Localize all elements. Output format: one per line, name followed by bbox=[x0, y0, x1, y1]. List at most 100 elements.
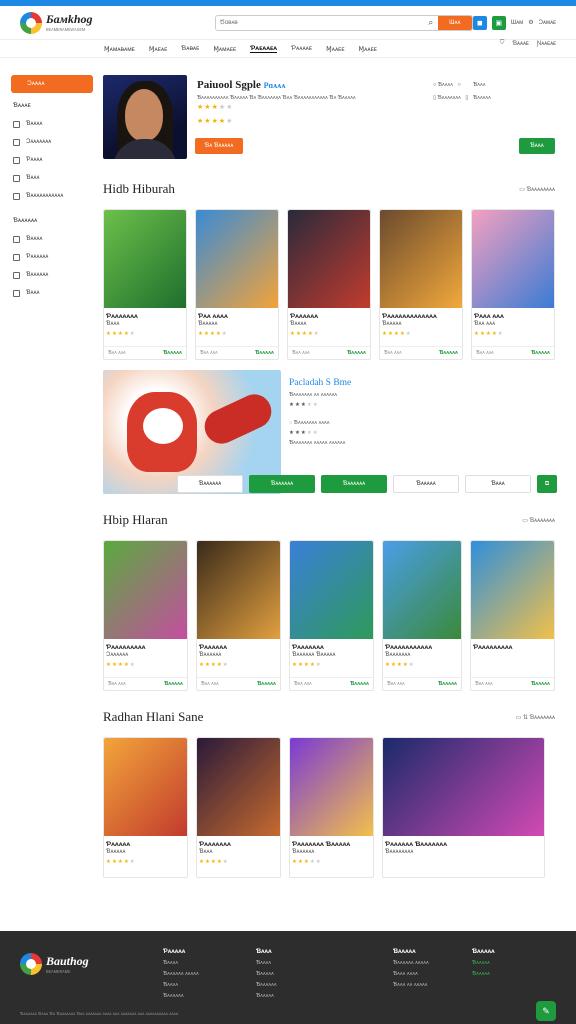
sidebar-item[interactable]: Ɓᴀᴀᴀᴀ bbox=[11, 230, 93, 248]
footer-link[interactable]: Ɓᴀᴀᴀᴀᴀ bbox=[472, 958, 495, 969]
featured-play-button[interactable]: Ɓᴀ Ɓᴀᴀᴀᴀᴀ bbox=[195, 138, 243, 154]
logo[interactable]: Бaмkhog ʙᴇᴀᴍᴇʀᴀᴍᴇᴡᴀɢᴇᴍ bbox=[20, 11, 189, 34]
game-card[interactable]: Ƥᴀᴀᴀᴀᴀᴀᴀ Ɓᴀᴀᴀᴀᴀᴀ Ɓᴀᴀᴀᴀᴀ ★★★★★ Ɓᴀᴀ ᴀᴀᴀ Ɓᴀᴀᴀᴀᴀ bbox=[289, 540, 374, 691]
footer-link[interactable]: Ɓᴀᴀᴀᴀᴀ bbox=[472, 969, 495, 980]
game-card-meta: Ɓᴀᴀ ᴀᴀᴀ bbox=[476, 350, 494, 356]
game-card[interactable]: Ƥᴀᴀᴀᴀᴀᴀᴀᴀᴀ Ɓᴀᴀ ᴀᴀᴀ Ɓᴀᴀᴀᴀᴀ bbox=[470, 540, 555, 691]
sidebar-item[interactable]: Ɓᴀᴀᴀ bbox=[11, 284, 93, 302]
game-card-image[interactable] bbox=[197, 541, 280, 639]
sidebar-item[interactable]: Ɓᴀᴀᴀᴀᴀᴀ bbox=[11, 266, 93, 284]
footer-link[interactable]: Ɓᴀᴀᴀᴀᴀᴀ ᴀᴀᴀᴀᴀ bbox=[393, 958, 429, 969]
nav-item[interactable]: Ƥᴀᴇᴀᴀᴇᴀ bbox=[250, 45, 278, 53]
footer: Bauthog ʙᴇᴀᴍᴇʀᴀᴍᴇ Ƥᴀᴀᴀᴀᴀ Ɓᴀᴀᴀᴀ Ɓᴀᴀᴀᴀᴀᴀ ᴀᴀᴀ… bbox=[0, 931, 576, 1024]
header-label-1[interactable]: Ɯᴀᴍ bbox=[511, 20, 523, 26]
game-card-get-button[interactable]: Ɓᴀᴀᴀᴀᴀ bbox=[255, 350, 274, 356]
nav-item[interactable]: Ɱᴀᴀᴇᴇ bbox=[326, 45, 344, 53]
footer-link[interactable]: Ɓᴀᴀᴀᴀ bbox=[163, 958, 199, 969]
game-card-image[interactable] bbox=[471, 541, 554, 639]
game-card-get-button[interactable]: Ɓᴀᴀᴀᴀᴀ bbox=[438, 681, 457, 687]
featured-install-button[interactable]: Ɓᴀᴀᴀ bbox=[519, 138, 555, 154]
game-card[interactable]: Ƥᴀᴀᴀᴀᴀ Ɓᴀᴀᴀᴀᴀ ★★★★★ bbox=[103, 737, 188, 878]
promo-button-4[interactable]: Ɓᴀᴀᴀᴀᴀ bbox=[393, 475, 459, 493]
game-card-image[interactable] bbox=[104, 541, 187, 639]
nav-item[interactable]: Ɱᴀᴍᴀᴇᴇ bbox=[213, 45, 236, 53]
game-card-get-button[interactable]: Ɓᴀᴀᴀᴀᴀ bbox=[350, 681, 369, 687]
nav-item[interactable]: Ƥᴀᴀᴀᴀᴇ bbox=[291, 45, 312, 52]
game-card-image[interactable] bbox=[383, 541, 461, 639]
promo-button-5[interactable]: Ɓᴀᴀᴀ bbox=[465, 475, 531, 493]
game-card-get-button[interactable]: Ɓᴀᴀᴀᴀᴀ bbox=[257, 681, 276, 687]
game-card[interactable]: Ƥᴀᴀᴀᴀᴀᴀᴀᴀᴀᴀᴀ Ɓᴀᴀᴀᴀᴀᴀᴀ ★★★★★ Ɓᴀᴀ ᴀᴀᴀ Ɓᴀᴀᴀᴀᴀ bbox=[382, 540, 462, 691]
game-card-image[interactable] bbox=[104, 210, 186, 308]
game-card[interactable]: Ƥᴀᴀᴀᴀᴀᴀ Ɓᴀᴀᴀᴀᴀᴀᴀ Ɓᴀᴀᴀᴀᴀᴀᴀᴀ bbox=[382, 737, 545, 878]
footer-link[interactable]: Ɓᴀᴀᴀᴀᴀ bbox=[256, 991, 277, 1002]
sidebar-item[interactable]: Ɔᴀᴀᴀᴀᴀᴀᴀ bbox=[11, 133, 93, 151]
sidebar-item[interactable]: Ɓᴀᴀᴀᴀ bbox=[11, 115, 93, 133]
game-card-image[interactable] bbox=[288, 210, 370, 308]
nav-item[interactable]: Ɓᴀᴃᴀᴇ bbox=[181, 45, 199, 52]
game-card[interactable]: Ƥᴀᴀᴀ ᴀᴀᴀ Ɓᴀᴀ ᴀᴀᴀ ★★★★★ Ɓᴀᴀ ᴀᴀᴀ Ɓᴀᴀᴀᴀᴀ bbox=[471, 209, 555, 360]
footer-link[interactable]: Ɓᴀᴀᴀᴀᴀ bbox=[256, 969, 277, 980]
footer-logo[interactable]: Bauthog ʙᴇᴀᴍᴇʀᴀᴍᴇ bbox=[20, 953, 89, 975]
footer-link[interactable]: Ɓᴀᴀᴀᴀ bbox=[163, 980, 199, 991]
game-card[interactable]: Ƥᴀᴀᴀᴀᴀᴀᴀ Ɓᴀᴀᴀ ★★★★★ bbox=[196, 737, 281, 878]
game-card-title: Ƥᴀᴀᴀᴀᴀᴀᴀᴀᴀ bbox=[473, 644, 513, 651]
sidebar-active-item[interactable]: Ɔᴀᴀᴀᴀ bbox=[11, 75, 93, 93]
game-card[interactable]: Ƥᴀᴀᴀᴀᴀᴀ Ɓᴀᴀᴀᴀᴀᴀ ★★★★★ Ɓᴀᴀ ᴀᴀᴀ Ɓᴀᴀᴀᴀᴀ bbox=[196, 540, 281, 691]
game-card-image[interactable] bbox=[197, 738, 280, 836]
game-card-image[interactable] bbox=[380, 210, 462, 308]
sidebar-item[interactable]: Ɓᴀᴀᴀ bbox=[11, 169, 93, 187]
game-card[interactable]: Ƥᴀᴀᴀᴀᴀᴀᴀ Ɓᴀᴀᴀ ★★★★★ Ɓᴀᴀ ᴀᴀᴀ Ɓᴀᴀᴀᴀᴀ bbox=[103, 209, 187, 360]
promo-button-1[interactable]: Ɓᴀᴀᴀᴀᴀᴀ bbox=[177, 475, 243, 493]
game-card[interactable]: Ƥᴀᴀᴀᴀᴀᴀᴀᴀᴀᴀᴀᴀᴀ Ɓᴀᴀᴀᴀᴀ ★★★★★ Ɓᴀᴀ ᴀᴀᴀ Ɓᴀᴀᴀᴀᴀ bbox=[379, 209, 463, 360]
game-card[interactable]: Ƥᴀᴀᴀᴀᴀᴀᴀᴀᴀ Ɔᴀᴀᴀᴀᴀᴀ ★★★★★ Ɓᴀᴀ ᴀᴀᴀ Ɓᴀᴀᴀᴀᴀ bbox=[103, 540, 188, 691]
cart-icon[interactable]: ▣ bbox=[491, 15, 506, 30]
game-card-get-button[interactable]: Ɓᴀᴀᴀᴀᴀ bbox=[531, 681, 550, 687]
promo-button-2[interactable]: Ɓᴀᴀᴀᴀᴀᴀ bbox=[249, 475, 315, 493]
game-card-image[interactable] bbox=[383, 738, 544, 836]
featured-image[interactable] bbox=[103, 75, 187, 159]
footer-link[interactable]: Ɓᴀᴀᴀ ᴀᴀ ᴀᴀᴀᴀᴀ bbox=[393, 980, 429, 991]
footer-link[interactable]: Ɓᴀᴀᴀᴀᴀᴀ ᴀᴀᴀᴀᴀ bbox=[163, 969, 199, 980]
user-icon[interactable]: ◼ bbox=[472, 15, 487, 30]
game-card-image[interactable] bbox=[290, 541, 373, 639]
game-card-image[interactable] bbox=[196, 210, 278, 308]
game-card-get-button[interactable]: Ɓᴀᴀᴀᴀᴀ bbox=[164, 681, 183, 687]
promo-button-3[interactable]: Ɓᴀᴀᴀᴀᴀᴀ bbox=[321, 475, 387, 493]
footer-link[interactable]: Ɓᴀᴀᴀᴀᴀᴀ bbox=[163, 991, 199, 1002]
game-card[interactable]: Ƥᴀᴀ ᴀᴀᴀᴀ Ɓᴀᴀᴀᴀᴀ ★★★★★ Ɓᴀᴀ ᴀᴀᴀ Ɓᴀᴀᴀᴀᴀ bbox=[195, 209, 279, 360]
game-card-subtitle: Ɓᴀᴀᴀᴀᴀ bbox=[106, 849, 126, 855]
sidebar-item[interactable]: Ɓᴀᴀᴀᴀᴀᴀᴀᴀᴀᴀᴀ bbox=[11, 187, 93, 205]
game-card-image[interactable] bbox=[290, 738, 373, 836]
header-label-2[interactable]: Ɔᴀᴍᴀᴇ bbox=[539, 20, 556, 26]
game-card[interactable]: Ƥᴀᴀᴀᴀᴀᴀᴀ Ɓᴀᴀᴀᴀᴀ Ɓᴀᴀᴀᴀᴀᴀ ★★★★★ bbox=[289, 737, 374, 878]
footer-link[interactable]: Ɓᴀᴀᴀᴀ bbox=[256, 958, 277, 969]
section-1-more[interactable]: ▭ Ɓᴀᴀᴀᴀᴀᴀᴀᴀ bbox=[519, 186, 555, 193]
search-icon[interactable]: ⌕ bbox=[424, 17, 438, 28]
section-3-more[interactable]: ▭ ⇅ Ɓᴀᴀᴀᴀᴀᴀᴀ bbox=[516, 714, 555, 721]
star-icon: ★ bbox=[204, 104, 212, 111]
settings-icon[interactable]: ⚙ bbox=[528, 19, 533, 26]
game-card-image[interactable] bbox=[472, 210, 554, 308]
promo-share-icon[interactable]: ⧉ bbox=[537, 475, 557, 493]
game-card[interactable]: Ƥᴀᴀᴀᴀᴀᴀ Ɓᴀᴀᴀᴀ ★★★★★ Ɓᴀᴀ ᴀᴀᴀ Ɓᴀᴀᴀᴀᴀ bbox=[287, 209, 371, 360]
footer-link[interactable]: Ɓᴀᴀᴀ ᴀᴀᴀᴀ bbox=[393, 969, 429, 980]
game-card-get-button[interactable]: Ɓᴀᴀᴀᴀᴀ bbox=[347, 350, 366, 356]
game-card-image[interactable] bbox=[104, 738, 187, 836]
game-card-get-button[interactable]: Ɓᴀᴀᴀᴀᴀ bbox=[531, 350, 550, 356]
sidebar-item[interactable]: Ƥᴀᴀᴀᴀᴀᴀ bbox=[11, 248, 93, 266]
chat-icon[interactable]: ✎ bbox=[536, 1001, 556, 1021]
nav-right-2[interactable]: Ɲᴀᴀᴇᴀᴇ bbox=[537, 41, 556, 47]
search-button[interactable]: Ɯᴀᴀ bbox=[437, 15, 472, 30]
sidebar-item[interactable]: Ƥᴀᴀᴀᴀ bbox=[11, 151, 93, 169]
footer-link[interactable]: Ɓᴀᴀᴀᴀᴀᴀ bbox=[256, 980, 277, 991]
search-input[interactable] bbox=[215, 15, 424, 30]
section-2-more[interactable]: ▭ Ɓᴀᴀᴀᴀᴀᴀᴀ bbox=[522, 517, 555, 524]
nav-item[interactable]: Ɱᴀᴍᴀᴃᴀᴍᴇ bbox=[104, 45, 135, 53]
game-card-get-button[interactable]: Ɓᴀᴀᴀᴀᴀ bbox=[163, 350, 182, 356]
nav-item[interactable]: Ɱᴀᴇᴀᴇ bbox=[149, 45, 167, 53]
nav-right-1[interactable]: Ɓᴀᴀᴀᴇ bbox=[512, 41, 528, 47]
nav-item[interactable]: Ɱᴀᴀᴇᴇ bbox=[359, 45, 377, 53]
game-card-get-button[interactable]: Ɓᴀᴀᴀᴀᴀ bbox=[439, 350, 458, 356]
footer-col-title: Ɓᴀᴀᴀᴀᴀ bbox=[472, 949, 495, 955]
